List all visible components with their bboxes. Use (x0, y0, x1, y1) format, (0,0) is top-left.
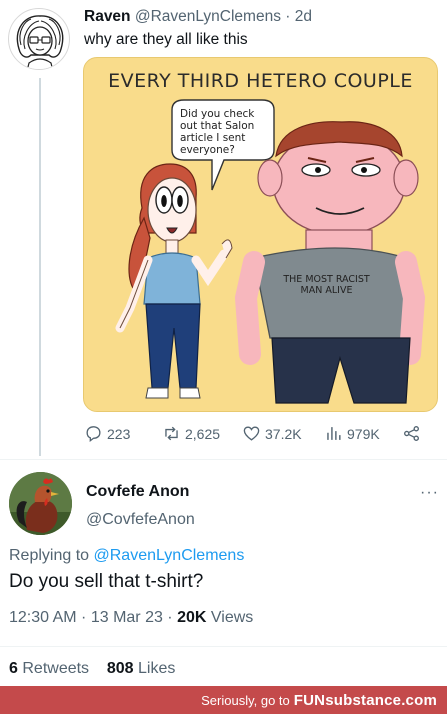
tweet-age[interactable]: 2d (295, 8, 312, 25)
watermark-text: Seriously, go to (201, 692, 290, 708)
more-options-button[interactable]: ··· (420, 484, 439, 502)
like-count: 37.2K (265, 425, 302, 442)
tweet-meta: 12:30 AM · 13 Mar 23 · 20K Views (9, 609, 253, 627)
replying-to: Replying to @RavenLynClemens (9, 547, 244, 565)
retweet-count: 2,625 (185, 425, 221, 442)
avatar[interactable] (8, 8, 70, 70)
views-button[interactable]: 979K (324, 424, 380, 443)
share-button[interactable] (402, 424, 421, 443)
comic-image[interactable]: EVERY THIRD HETERO COUPLE Did you check … (83, 57, 438, 412)
watermark-bar: Seriously, go to FUNsubstance.com (0, 686, 447, 714)
avatar[interactable] (9, 472, 72, 535)
retweet-icon (165, 426, 178, 441)
divider (0, 646, 447, 647)
tweet-text: Do you sell that t-shirt? (9, 571, 204, 592)
retweets-count: 6 (9, 660, 18, 677)
speech-bubble-text: Did you check out that Salon article I s… (180, 108, 255, 156)
likes-stat[interactable]: 808 Likes (107, 660, 176, 677)
heart-icon (243, 426, 260, 441)
share-icon (404, 426, 419, 441)
tweet-actions: 223 2,625 37.2K 979K (84, 424, 434, 450)
reply-count: 223 (107, 425, 131, 442)
display-name[interactable]: Covfefe Anon (86, 483, 189, 501)
watermark-logo: FUNsubstance.com (293, 691, 437, 709)
shirt-text: THE MOST RACIST MAN ALIVE (283, 274, 370, 296)
avatar-drawing (16, 15, 64, 69)
tweet-header: Raven @RavenLynClemens · 2d (84, 8, 312, 26)
likes-count: 808 (106, 660, 134, 677)
views-count: 20K (177, 609, 207, 626)
reply-icon (86, 426, 101, 442)
engagement-stats: 6 Retweets 808 Likes (9, 660, 175, 678)
retweets-stat[interactable]: 6 Retweets (9, 660, 89, 677)
rooster-avatar-image (9, 472, 72, 535)
reply-button[interactable]: 223 (84, 424, 130, 443)
mention-link[interactable]: @RavenLynClemens (94, 547, 245, 564)
divider (0, 459, 447, 460)
thread-connector-line (39, 78, 41, 456)
user-handle[interactable]: @CovfefeAnon (86, 511, 195, 529)
separator-dot: · (285, 8, 291, 25)
tweet-text: why are they all like this (84, 31, 248, 48)
like-button[interactable]: 37.2K (242, 424, 302, 443)
replying-prefix: Replying to (9, 547, 90, 564)
display-name[interactable]: Raven (84, 8, 131, 25)
timestamp[interactable]: 12:30 AM · 13 Mar 23 · (9, 609, 173, 626)
likes-label: Likes (138, 660, 176, 677)
retweet-button[interactable]: 2,625 (162, 424, 220, 443)
comic-title: EVERY THIRD HETERO COUPLE (108, 70, 413, 92)
views-label: Views (210, 609, 254, 626)
retweets-label: Retweets (22, 660, 90, 677)
views-count: 979K (347, 425, 380, 442)
views-icon (327, 427, 341, 440)
user-handle[interactable]: @RavenLynClemens (135, 8, 281, 25)
